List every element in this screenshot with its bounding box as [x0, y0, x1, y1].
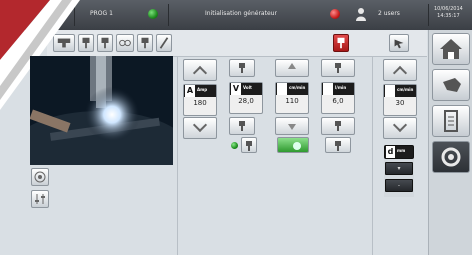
wire-up-button[interactable]: [383, 59, 417, 81]
camera-view: [30, 56, 173, 165]
torch-icon: [335, 141, 341, 151]
travel-toggle[interactable]: [277, 137, 309, 153]
separator: [168, 4, 169, 26]
users-count[interactable]: 2 users: [378, 10, 400, 17]
speed-down-button[interactable]: [275, 117, 309, 135]
mode-button-5[interactable]: [137, 34, 153, 52]
gas-button[interactable]: [321, 59, 355, 77]
electrode-icon: [159, 37, 169, 49]
param-unit: cm/min: [289, 85, 306, 90]
sidebar: [428, 30, 472, 255]
status-led-red: [330, 9, 340, 19]
time-text: 14:35:17: [437, 13, 460, 19]
torch-icon: [337, 37, 345, 49]
torch-button-2[interactable]: [229, 117, 255, 135]
torch-button-3[interactable]: [241, 137, 257, 153]
travel-icon: [293, 142, 301, 150]
param-value: 180: [193, 99, 207, 107]
cycle-icon: [441, 147, 461, 167]
param-unit: Volt: [243, 85, 252, 90]
torch-icon: [101, 37, 109, 49]
param-unit: l/min: [335, 85, 347, 90]
amp-down-button[interactable]: [183, 117, 217, 139]
divider: [372, 56, 373, 255]
hand-icon: [443, 78, 461, 92]
tool-button[interactable]: [389, 34, 409, 52]
param-letter: A: [185, 85, 195, 97]
user-icon[interactable]: [356, 7, 366, 21]
arrow-up-icon: [288, 63, 296, 69]
arrow-down-icon: [288, 124, 296, 130]
status-text: Initialisation générateur: [205, 10, 277, 17]
param-unit: Amp: [197, 87, 208, 92]
camera-button[interactable]: [31, 168, 49, 186]
home-button[interactable]: [432, 33, 470, 65]
distance-header: d mm: [384, 145, 414, 159]
torch-icon: [239, 121, 245, 131]
status-led: [231, 142, 238, 149]
param-value: 30: [395, 99, 405, 107]
gas-display: l/min 6,0: [321, 82, 355, 114]
param-unit: mm: [397, 148, 406, 153]
torch-icon: [141, 37, 149, 49]
speed-up-button[interactable]: [275, 59, 309, 77]
wire-feed-icon: [119, 39, 131, 47]
amp-display: A Amp 180: [183, 84, 217, 116]
document-button[interactable]: [432, 105, 470, 137]
camera-icon: [34, 171, 46, 183]
manual-button[interactable]: [432, 69, 470, 101]
chevron-up-icon: [392, 65, 408, 81]
param-value: 28,0: [238, 97, 254, 105]
torch-button[interactable]: [229, 59, 255, 77]
volt-display: V Volt 28,0: [229, 82, 263, 114]
clock: 10/06/2014 14:35:17: [434, 6, 463, 20]
wire-down-button[interactable]: [383, 117, 417, 139]
torch-icon: [239, 63, 245, 73]
program-name[interactable]: PROG 1: [90, 10, 113, 17]
active-mode-button[interactable]: [333, 34, 349, 52]
torch-icon: [246, 141, 252, 151]
gas-button-2[interactable]: [321, 117, 355, 135]
mode-button-3[interactable]: [97, 34, 113, 52]
wire-display: cm/min 30: [383, 84, 417, 116]
param-letter: V: [231, 83, 241, 95]
mode-button-6[interactable]: [156, 34, 172, 52]
toolbar: [47, 30, 427, 57]
pointer-icon: [394, 39, 404, 49]
param-value: 6,0: [332, 97, 344, 105]
divider: [177, 56, 178, 255]
gas-button-3[interactable]: [325, 137, 351, 153]
process-button[interactable]: [432, 141, 470, 173]
param-letter: [385, 85, 395, 97]
adjust-icon: [35, 194, 45, 204]
home-icon: [440, 39, 462, 59]
settings-button[interactable]: [31, 190, 49, 208]
torch-icon: [335, 121, 341, 131]
param-letter: [277, 83, 287, 95]
param-value: 110: [285, 97, 299, 105]
amp-up-button[interactable]: [183, 59, 217, 81]
status-led-green: [148, 9, 158, 19]
distance-panel: d mm ▾ -: [384, 145, 414, 197]
document-icon: [444, 110, 458, 132]
screen: PROG 1 Initialisation générateur 2 users…: [0, 0, 472, 255]
torch-icon: [82, 37, 90, 49]
param-unit: cm/min: [397, 87, 414, 92]
chevron-down-icon: [392, 117, 408, 133]
welding-image: [30, 56, 173, 165]
torch-icon: [335, 63, 341, 73]
chevron-up-icon: [192, 65, 208, 81]
chevron-down-icon: [192, 117, 208, 133]
mode-button-2[interactable]: [78, 34, 94, 52]
distance-up-button[interactable]: ▾: [385, 162, 413, 175]
speed-display: cm/min 110: [275, 82, 309, 114]
distance-down-button[interactable]: -: [385, 179, 413, 192]
date-text: 10/06/2014: [434, 6, 463, 12]
mode-button-4[interactable]: [116, 34, 134, 52]
separator: [428, 4, 429, 26]
param-letter: d: [386, 146, 395, 158]
param-letter: [323, 83, 333, 95]
